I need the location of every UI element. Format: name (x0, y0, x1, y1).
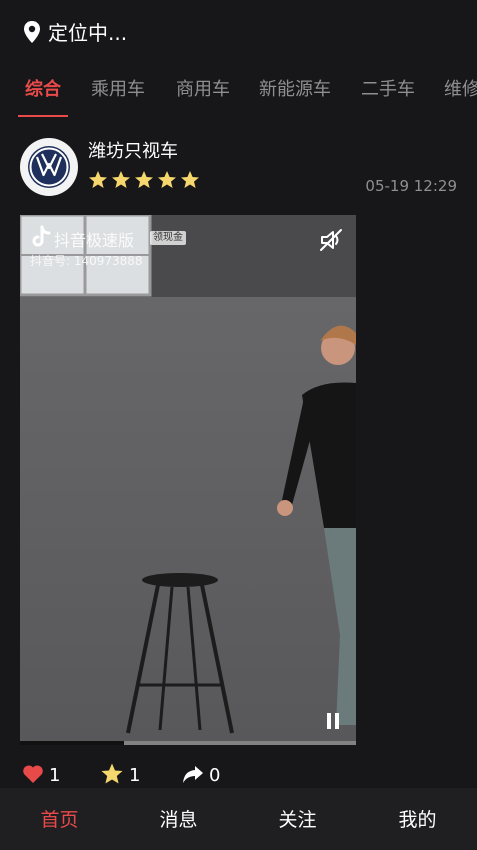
heart-icon[interactable] (21, 762, 45, 786)
watermark-badge: 领现金 (150, 231, 186, 245)
tab-all[interactable]: 综合 (25, 78, 61, 102)
star-icon[interactable] (100, 762, 124, 786)
share-count: 0 (209, 765, 221, 786)
tab-new-energy[interactable]: 新能源车 (259, 78, 331, 102)
video-frame (20, 215, 356, 745)
location-pin-icon[interactable] (22, 20, 42, 44)
top-bar: 定位中... (0, 0, 477, 64)
nav-profile[interactable]: 我的 (358, 808, 477, 832)
star-icon (158, 171, 176, 188)
author-name[interactable]: 潍坊只视车 (88, 140, 178, 164)
star-icon (89, 171, 107, 188)
pause-icon[interactable] (324, 711, 342, 731)
tab-used-car[interactable]: 二手车 (361, 78, 415, 102)
tab-repair[interactable]: 维修 (444, 78, 477, 102)
watermark-title: 抖音极速版 (54, 231, 135, 250)
star-icon (135, 171, 153, 188)
share-icon[interactable] (181, 762, 205, 786)
like-count: 1 (49, 765, 61, 786)
bottom-nav: 首页 消息 关注 我的 (0, 788, 477, 850)
watermark-account-id: 抖音号: 140973888 (30, 254, 143, 268)
favorite-count: 1 (129, 765, 141, 786)
post-actions: 1 1 0 (0, 760, 477, 790)
tiktok-logo-icon (32, 225, 51, 247)
video-player[interactable]: 抖音极速版 领现金 抖音号: 140973888 (20, 215, 356, 745)
post-timestamp: 05-19 12:29 (365, 177, 457, 195)
active-tab-indicator (18, 115, 68, 117)
star-icon (112, 171, 130, 188)
post-header: 潍坊只视车 05-19 12:29 (0, 130, 477, 210)
nav-home[interactable]: 首页 (0, 808, 119, 832)
nav-following[interactable]: 关注 (238, 808, 357, 832)
volkswagen-logo-icon (28, 146, 70, 188)
video-progress-fill (20, 741, 125, 745)
category-tabs: 综合 乘用车 商用车 新能源车 二手车 维修 (0, 64, 477, 118)
tab-commercial-vehicle[interactable]: 商用车 (176, 78, 230, 102)
location-status[interactable]: 定位中... (48, 20, 127, 46)
avatar[interactable] (20, 138, 78, 196)
video-progress-bar[interactable] (20, 741, 356, 745)
star-icon (181, 171, 199, 188)
nav-messages[interactable]: 消息 (119, 808, 238, 832)
tab-passenger-car[interactable]: 乘用车 (91, 78, 145, 102)
mute-icon[interactable] (318, 227, 344, 253)
